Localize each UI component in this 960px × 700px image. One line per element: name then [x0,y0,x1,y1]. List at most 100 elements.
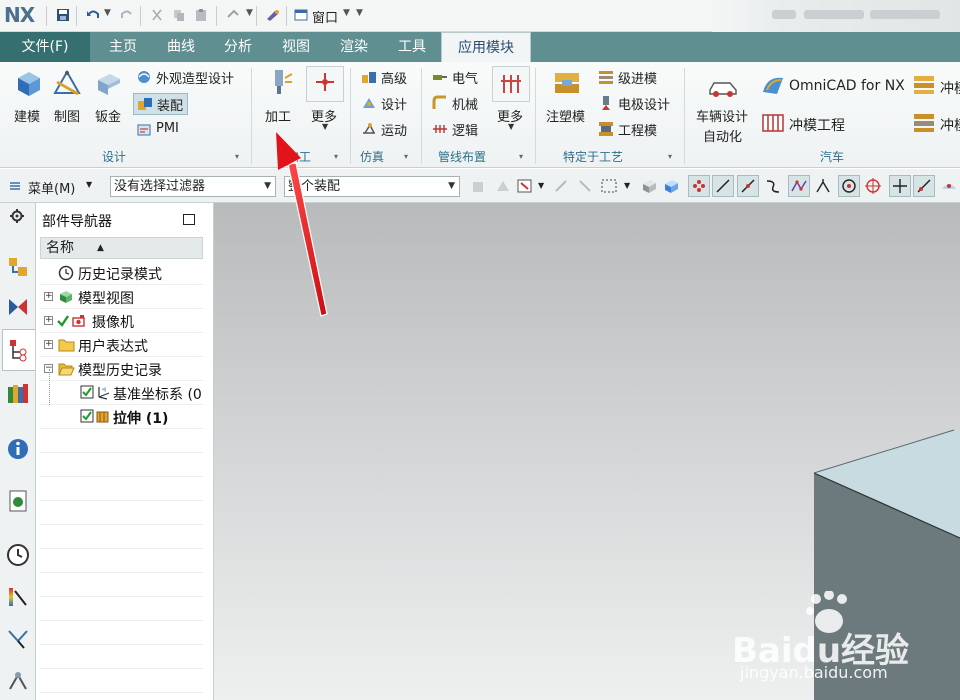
drafting-icon[interactable] [52,68,82,98]
expand-icon[interactable]: + [44,292,53,301]
undo-dropdown-icon[interactable]: ▼ [104,8,111,18]
curve-snap-icon[interactable] [764,177,782,195]
graphics-window[interactable]: Baidu经验 jingyan.baidu.com [214,203,960,700]
machining-icon[interactable] [264,68,294,98]
solid-view-icon[interactable] [662,177,680,195]
modeling-icon[interactable] [14,68,44,98]
more-machining-caret[interactable]: ▼ [322,122,328,131]
expand-icon[interactable]: + [44,340,53,349]
tab-tools[interactable]: 工具 [385,32,439,62]
simulation-group-expand-icon[interactable]: ▾ [404,152,408,161]
stamping-die-2-icon[interactable] [912,112,936,134]
assembly-label[interactable]: 装配 [157,95,183,114]
process-group-expand-icon[interactable]: ▾ [668,152,672,161]
routing-group-expand-icon[interactable]: ▾ [519,152,523,161]
tree-row-model-history[interactable]: − 模型历史记录 [40,357,203,381]
tab-file[interactable]: 文件(F) [0,32,90,62]
omnicad-label[interactable]: OmniCAD for NX [789,78,905,94]
constraint-navigator-icon[interactable] [6,295,30,319]
snap-point-icon[interactable] [552,177,570,195]
repeat-dropdown-icon[interactable]: ▼ [246,8,253,18]
tree-row-datum-csys[interactable]: 基准坐标系 (0 [40,369,203,405]
tree-row-model-views[interactable]: + 模型视图 [40,285,203,309]
checkbox-checked-icon[interactable] [80,385,94,399]
rectangle-dropdown-icon[interactable]: ▼ [624,181,630,190]
motion-icon[interactable] [361,121,377,137]
mold-wizard-label[interactable]: 注塑模 [546,106,585,125]
mold-wizard-icon[interactable] [552,68,582,98]
more-machining-icon[interactable] [310,69,340,99]
omnicad-icon[interactable] [761,74,785,96]
process-studio-icon[interactable] [6,585,30,609]
window-dropdown-icon[interactable]: ▼ [343,8,350,18]
tab-applications[interactable]: 应用模块 [441,32,531,62]
column-header-name[interactable]: 名称 ▲ [40,237,203,259]
history-icon[interactable] [6,543,30,567]
web-browser-icon[interactable] [6,489,30,513]
tree-row-history-mode[interactable]: 历史记录模式 [40,261,203,285]
design-simulation-icon[interactable] [361,95,377,111]
tab-render[interactable]: 渲染 [327,32,381,62]
pmi-label[interactable]: PMI [156,121,179,136]
assembly-navigator-icon[interactable] [6,255,30,279]
copy-icon[interactable] [172,8,186,22]
reuse-library-icon[interactable] [6,381,30,405]
window-menu-label[interactable]: 窗口 [312,7,338,26]
tree-row-extrude[interactable]: 拉伸 (1) [40,405,203,429]
tab-curve[interactable]: 曲线 [154,32,208,62]
expand-icon[interactable]: + [44,316,53,325]
window-icon[interactable] [294,8,308,22]
stamping-die-2-label[interactable]: 冲模 [940,115,960,135]
menu-dropdown-icon[interactable]: ▼ [86,180,92,189]
tab-view[interactable]: 视图 [269,32,323,62]
select-feature-icon[interactable] [470,177,488,195]
type-filter-select[interactable]: 没有选择过滤器 ▼ [110,176,276,197]
shaded-view-icon[interactable] [640,177,658,195]
info-icon[interactable] [6,437,30,461]
assembly-icon[interactable] [137,96,153,112]
stamping-die-icon[interactable] [912,74,936,96]
undo-icon[interactable] [86,8,100,22]
stamping-engineering-label[interactable]: 冲模工程 [789,115,845,135]
menu-icon[interactable] [8,179,22,193]
more-routing-icon[interactable] [496,69,526,99]
tab-analysis[interactable]: 分析 [211,32,265,62]
modeling-label[interactable]: 建模 [14,106,40,125]
touch-mode-icon[interactable] [266,8,280,22]
roles-icon[interactable] [6,627,30,651]
vehicle-design-icon[interactable] [708,72,738,102]
logical-routing-label[interactable]: 逻辑 [452,120,478,139]
intersection-snap-icon[interactable] [814,177,832,195]
more-routing-caret[interactable]: ▼ [508,122,514,131]
motion-label[interactable]: 运动 [381,120,407,139]
menu-button[interactable]: 菜单(M) [28,178,75,197]
vehicle-design-label-line1[interactable]: 车辆设计 [696,106,748,125]
stamping-die-label[interactable]: 冲模 [940,78,960,98]
design-group-expand-icon[interactable]: ▾ [235,152,239,161]
tree-row-user-expressions[interactable]: + 用户表达式 [40,333,203,357]
sheet-metal-icon[interactable] [94,68,124,98]
engineering-die-icon[interactable] [598,121,614,137]
mechanical-routing-label[interactable]: 机械 [452,94,478,113]
system-scene-icon[interactable] [6,669,30,693]
save-icon[interactable] [56,8,70,22]
logical-routing-icon[interactable] [432,121,448,137]
progressive-die-label[interactable]: 级进模 [618,68,657,87]
gear-icon[interactable] [9,208,25,224]
stamping-engineering-icon[interactable] [761,112,785,134]
repeat-command-icon[interactable] [226,8,240,22]
electrode-design-label[interactable]: 电极设计 [618,94,670,113]
general-selection-icon[interactable] [516,177,534,195]
electrical-routing-label[interactable]: 电气 [452,68,478,87]
sheet-metal-label[interactable]: 钣金 [95,106,121,125]
styling-design-icon[interactable] [136,69,152,85]
selection-scope-select[interactable]: 整个装配 ▼ [284,176,460,197]
tab-home[interactable]: 主页 [96,32,150,62]
machining-group-expand-icon[interactable]: ▾ [334,152,338,161]
mechanical-routing-icon[interactable] [432,95,448,111]
engineering-die-label[interactable]: 工程模 [618,120,657,139]
machining-label[interactable]: 加工 [265,106,291,125]
quadrant-snap-icon[interactable] [864,177,882,195]
styling-design-label[interactable]: 外观造型设计 [156,68,234,87]
rectangle-select-icon[interactable] [600,177,618,195]
